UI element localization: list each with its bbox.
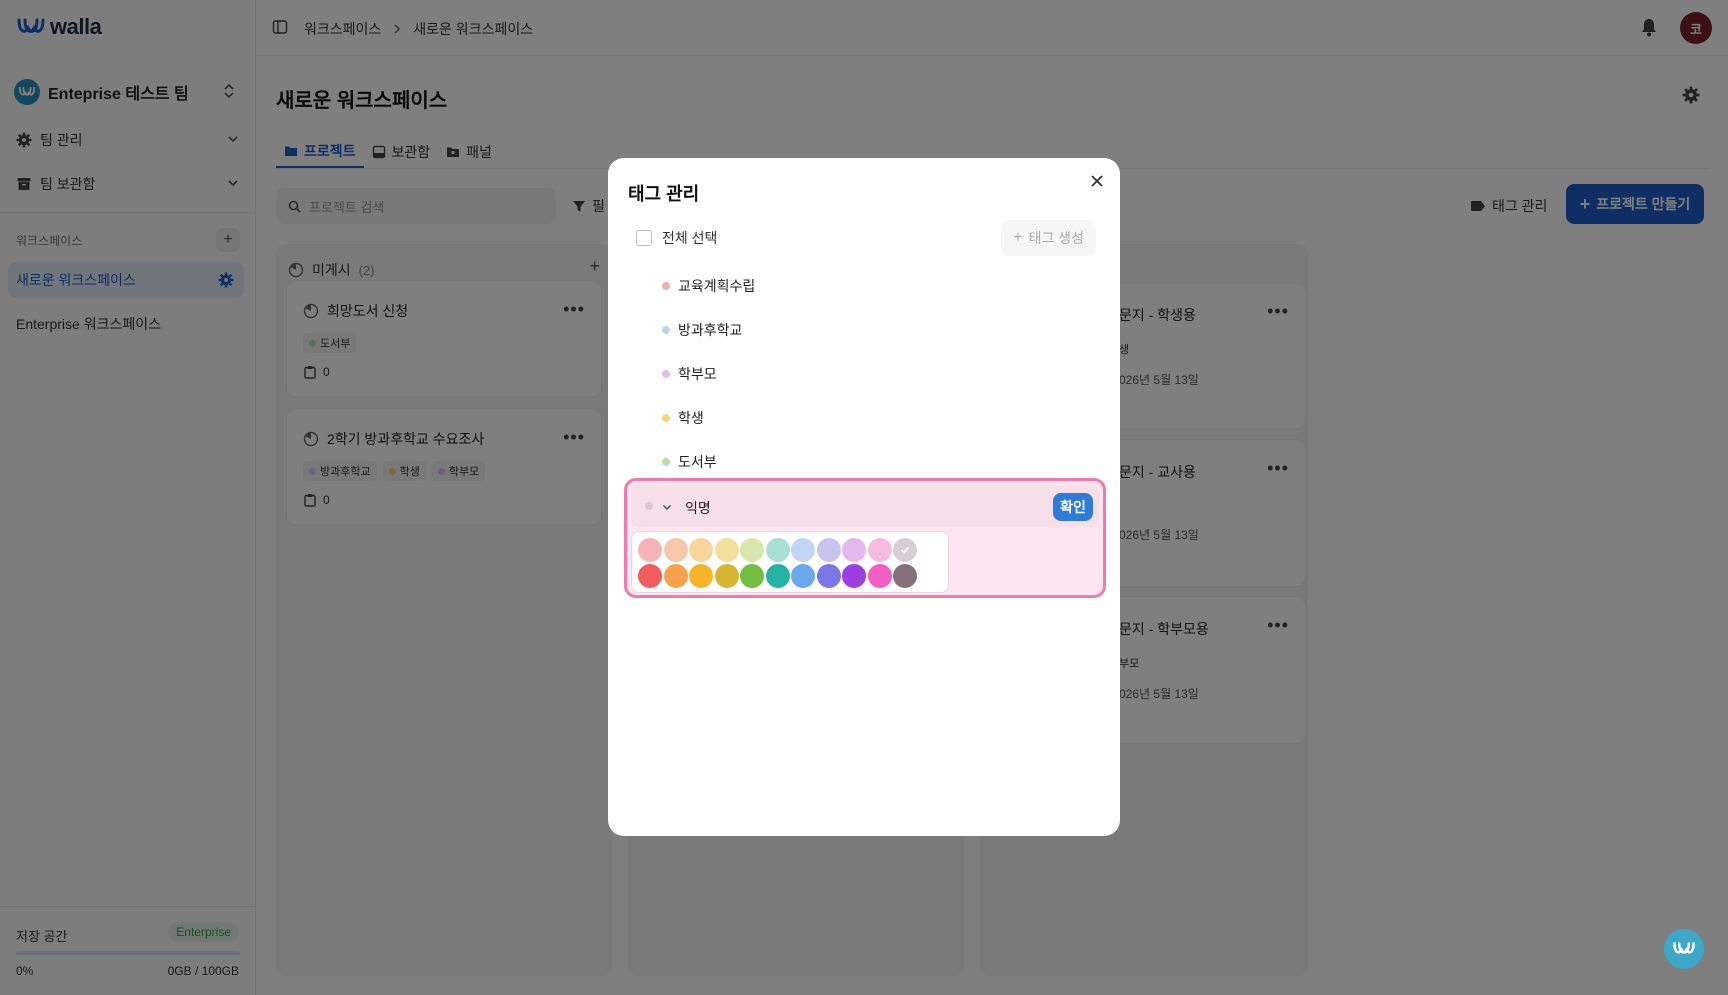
tag-color-dot	[662, 414, 670, 422]
plus-icon: +	[1013, 229, 1023, 246]
modal-title: 태그 관리	[628, 184, 700, 204]
tag-list-item[interactable]: 학부모	[662, 364, 717, 384]
color-swatch[interactable]	[714, 538, 739, 562]
color-swatch[interactable]	[765, 538, 790, 562]
color-swatch[interactable]	[893, 564, 917, 588]
color-swatch[interactable]	[867, 538, 892, 562]
confirm-button[interactable]: 확인	[1053, 493, 1093, 521]
color-swatch[interactable]	[816, 538, 841, 562]
color-swatch[interactable]	[816, 564, 841, 588]
checkbox[interactable]	[636, 230, 652, 246]
tag-list-item[interactable]: 방과후학교	[662, 320, 742, 340]
help-chat-button[interactable]	[1664, 929, 1704, 969]
color-swatch[interactable]	[842, 564, 866, 588]
color-swatch[interactable]	[791, 538, 815, 562]
color-swatch[interactable]	[663, 564, 688, 588]
tag-color-dot	[662, 370, 670, 378]
create-tag-button[interactable]: + 태그 생성	[1001, 220, 1096, 256]
tag-label: 교육계획수립	[678, 278, 756, 294]
color-swatch[interactable]	[740, 564, 764, 588]
check-icon	[900, 546, 910, 554]
color-swatch[interactable]	[893, 538, 917, 562]
color-swatch[interactable]	[714, 564, 739, 588]
tag-manage-modal: 태그 관리 전체 선택 + 태그 생성 교육계획수립 방과후학교 학부모 학생 …	[608, 158, 1120, 836]
tag-list-item[interactable]: 교육계획수립	[662, 276, 755, 296]
color-swatch[interactable]	[842, 538, 866, 562]
tag-name-value: 익명	[685, 500, 711, 516]
create-tag-label: 태그 생성	[1028, 230, 1084, 246]
select-all-checkbox[interactable]: 전체 선택	[636, 228, 717, 248]
color-swatch[interactable]	[867, 564, 892, 588]
select-all-label: 전체 선택	[662, 230, 718, 246]
tag-label: 방과후학교	[678, 322, 743, 338]
confirm-label: 확인	[1060, 499, 1086, 515]
chevron-down-icon[interactable]	[661, 501, 673, 513]
color-swatch[interactable]	[663, 538, 688, 562]
close-icon[interactable]	[1090, 174, 1104, 188]
tag-list-item[interactable]: 학생	[662, 408, 704, 428]
color-palette	[631, 531, 949, 593]
tag-name-input[interactable]: 익명 확인	[631, 485, 1099, 527]
tag-label: 학생	[678, 410, 704, 426]
color-picker-toggle[interactable]	[645, 502, 653, 510]
tag-color-dot	[662, 326, 670, 334]
color-swatch[interactable]	[791, 564, 815, 588]
tag-label: 도서부	[678, 454, 717, 470]
color-swatch[interactable]	[740, 538, 764, 562]
tag-list-item[interactable]: 도서부	[662, 452, 717, 472]
color-swatch[interactable]	[689, 564, 713, 588]
color-swatch[interactable]	[638, 564, 662, 588]
tag-color-dot	[662, 282, 670, 290]
color-swatch[interactable]	[765, 564, 790, 588]
tag-label: 학부모	[678, 366, 717, 382]
color-swatch[interactable]	[638, 538, 662, 562]
tag-edit-panel: 익명 확인	[624, 478, 1106, 598]
color-swatch[interactable]	[689, 538, 713, 562]
tag-color-dot	[662, 458, 670, 466]
walla-logo-icon	[1673, 942, 1695, 954]
